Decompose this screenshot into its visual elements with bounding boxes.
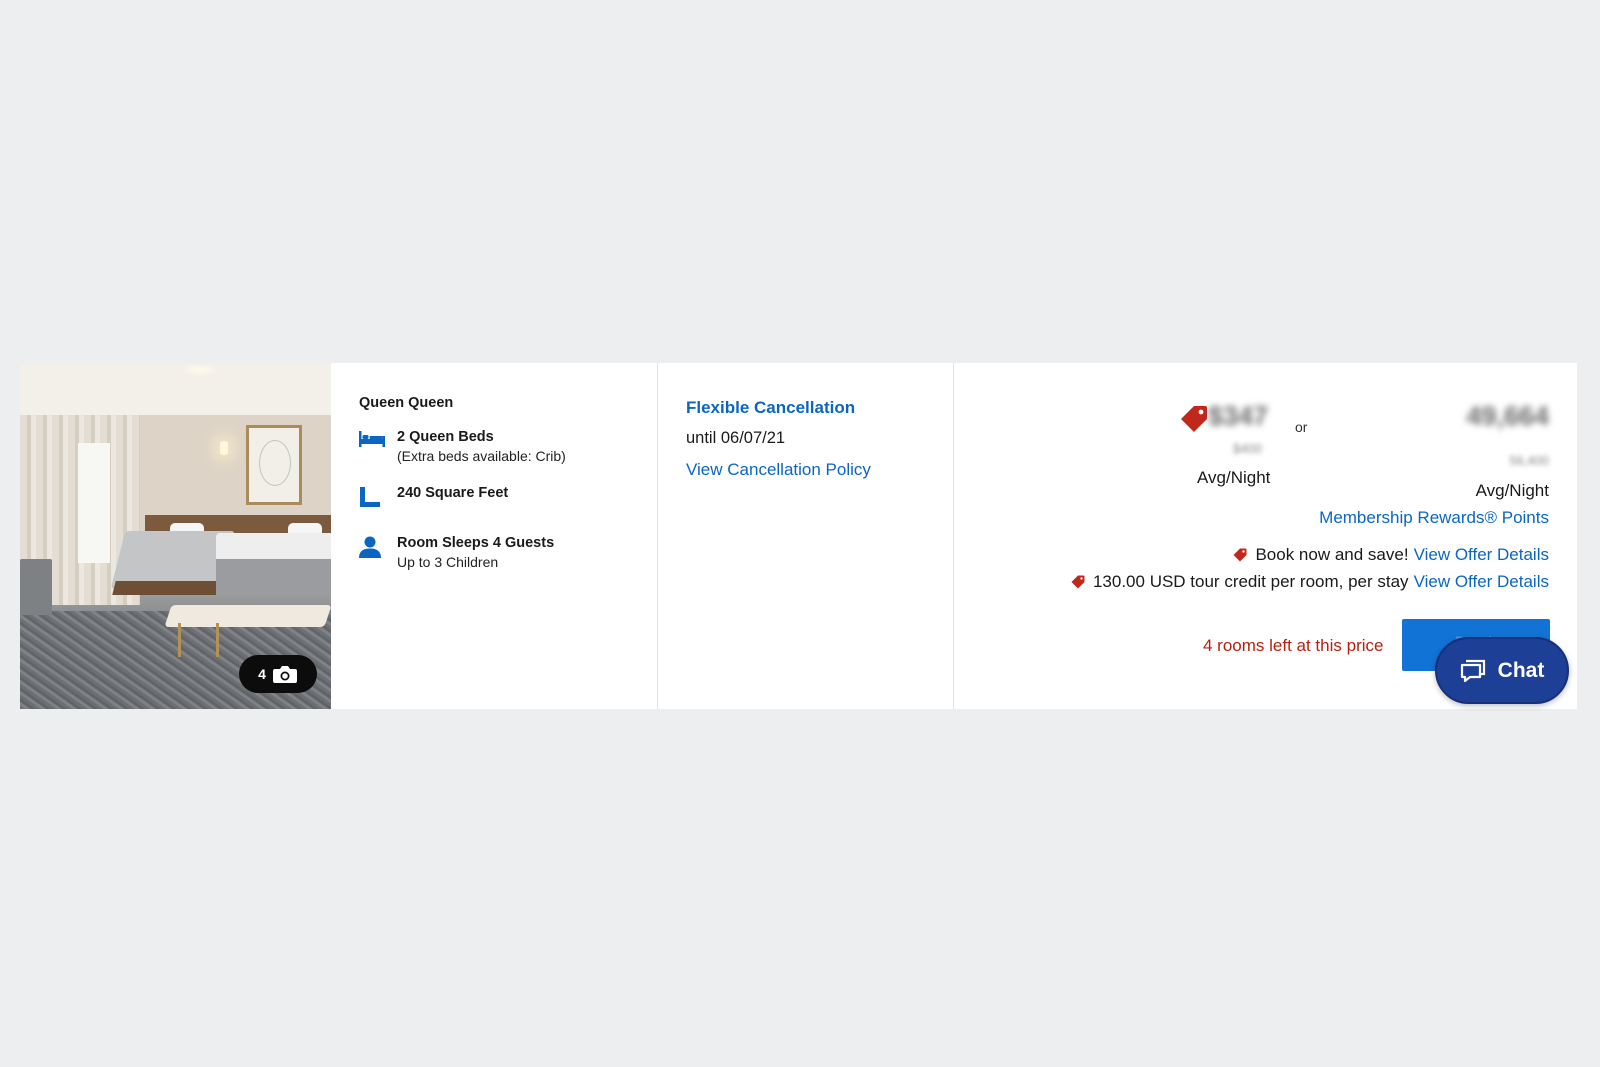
points-unit-label: Avg/Night bbox=[1475, 481, 1549, 500]
photo-window bbox=[78, 443, 110, 563]
points-price: 49,664 bbox=[1466, 401, 1549, 431]
person-icon bbox=[359, 534, 397, 558]
chat-label: Chat bbox=[1497, 658, 1545, 682]
room-details: Queen Queen 2 Queen Beds (Extra beds ava… bbox=[331, 363, 658, 709]
offer-row: Book now and save! View Offer Details bbox=[1233, 545, 1549, 565]
size-label: 240 Square Feet bbox=[397, 485, 509, 501]
chat-bubble-icon bbox=[1460, 659, 1485, 682]
photo-bed-frame bbox=[112, 581, 228, 595]
points-original-price: 56,400 bbox=[1509, 453, 1549, 468]
ruler-icon bbox=[359, 484, 397, 508]
offer-row: 130.00 USD tour credit per room, per sta… bbox=[1071, 572, 1549, 592]
beds-label: 2 Queen Beds bbox=[397, 429, 494, 445]
photo-ceiling-light bbox=[180, 363, 220, 377]
offer-text: Book now and save! bbox=[1255, 545, 1409, 564]
offer-tag-icon bbox=[1233, 548, 1247, 562]
cancellation-title: Flexible Cancellation bbox=[686, 398, 856, 417]
cancellation-deadline: until 06/07/21 bbox=[686, 429, 786, 447]
children-label: Up to 3 Children bbox=[397, 554, 499, 570]
cancellation-section: Flexible Cancellation until 06/07/21 Vie… bbox=[658, 363, 954, 709]
photo-bench-leg bbox=[178, 623, 181, 657]
photo-bench-leg bbox=[216, 623, 219, 657]
membership-rewards-link[interactable]: Membership Rewards® Points bbox=[1319, 508, 1549, 528]
photo-gallery-button[interactable]: 4 bbox=[239, 655, 317, 693]
room-photo[interactable]: 4 bbox=[20, 363, 331, 709]
room-title: Queen Queen bbox=[359, 395, 454, 411]
view-offer-details-link[interactable]: View Offer Details bbox=[1414, 572, 1549, 592]
photo-bed-throw bbox=[216, 559, 331, 595]
feature-occupancy: Room Sleeps 4 Guests Up to 3 Children bbox=[359, 534, 657, 572]
price-tag-icon bbox=[1181, 406, 1207, 432]
rooms-left-notice: 4 rooms left at this price bbox=[1203, 636, 1384, 655]
cash-original-price: $400 bbox=[1233, 441, 1262, 456]
chat-button[interactable]: Chat bbox=[1435, 637, 1569, 704]
feature-size: 240 Square Feet bbox=[359, 484, 657, 508]
offer-text: 130.00 USD tour credit per room, per sta… bbox=[1092, 572, 1409, 591]
photo-wall-art bbox=[246, 425, 302, 505]
view-offer-details-link[interactable]: View Offer Details bbox=[1414, 545, 1549, 565]
extra-beds-label: (Extra beds available: Crib) bbox=[397, 448, 566, 464]
bed-icon bbox=[359, 428, 397, 448]
room-offer-card: 4 Queen Queen 2 Queen Beds (Extra beds a… bbox=[20, 363, 1577, 709]
photo-chair bbox=[20, 559, 52, 615]
cancellation-policy-link[interactable]: View Cancellation Policy bbox=[686, 460, 871, 479]
occupancy-label: Room Sleeps 4 Guests bbox=[397, 535, 555, 551]
or-label: or bbox=[1295, 419, 1308, 435]
feature-beds: 2 Queen Beds (Extra beds available: Crib… bbox=[359, 428, 657, 466]
cash-price: $347 bbox=[1208, 401, 1269, 431]
photo-count: 4 bbox=[258, 666, 266, 682]
camera-icon bbox=[272, 666, 297, 683]
photo-bench bbox=[164, 605, 331, 627]
photo-sconce bbox=[220, 441, 228, 455]
cash-unit-label: Avg/Night bbox=[1197, 468, 1271, 487]
offer-tag-icon bbox=[1071, 575, 1085, 589]
